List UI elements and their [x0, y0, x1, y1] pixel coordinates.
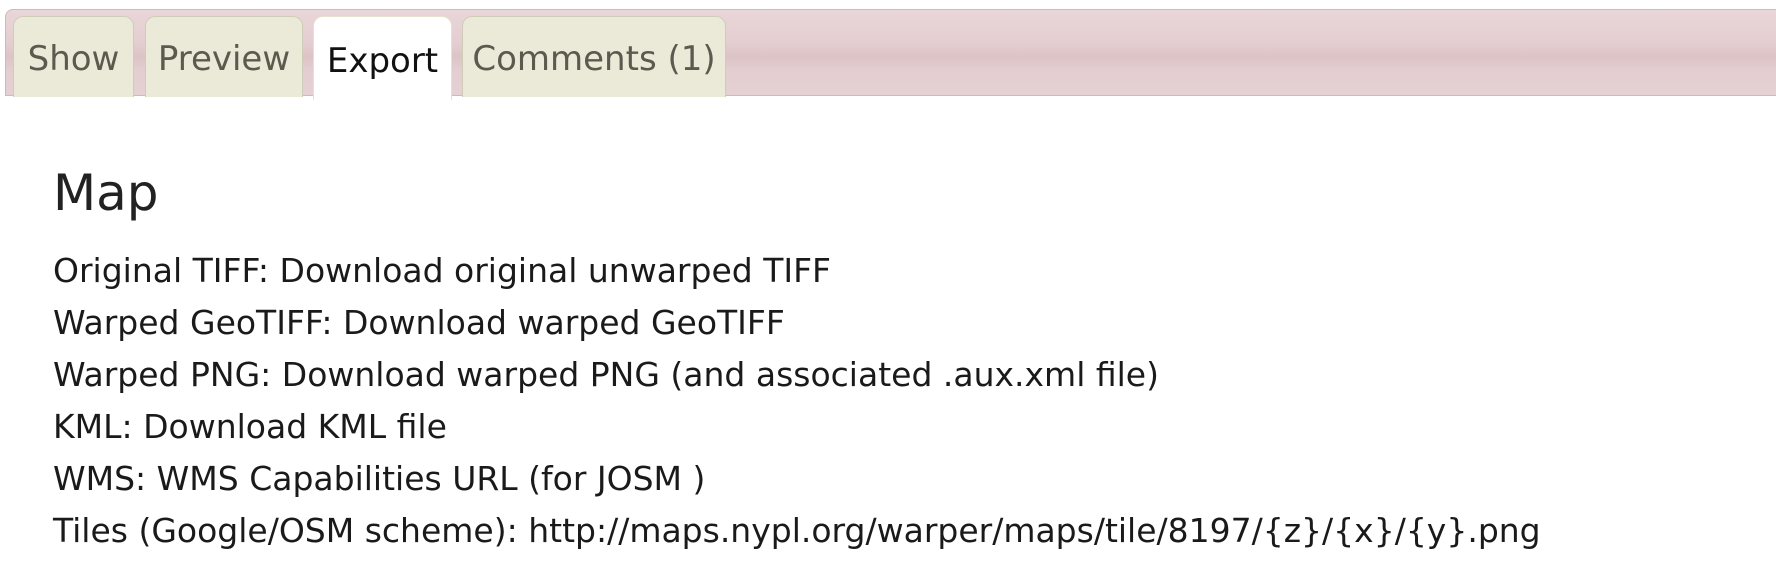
- tab-comments[interactable]: Comments (1): [462, 16, 726, 97]
- row-label: WMS:: [53, 459, 147, 498]
- tab-preview[interactable]: Preview: [145, 16, 303, 97]
- tab-label: Preview: [157, 39, 291, 79]
- row-label: KML:: [53, 407, 133, 446]
- download-kml-link[interactable]: Download KML file: [143, 407, 447, 446]
- export-row-original-tiff: Original TIFF: Download original unwarpe…: [53, 245, 1776, 297]
- wms-capabilities-link[interactable]: WMS Capabilities URL (for JOSM ): [157, 459, 706, 498]
- section-heading: Map: [53, 164, 159, 222]
- tab-label: Comments (1): [472, 39, 716, 79]
- row-label: Warped PNG:: [53, 355, 272, 394]
- tab-label: Export: [326, 40, 439, 81]
- tab-label: Show: [27, 39, 120, 79]
- tab-export[interactable]: Export: [313, 16, 452, 100]
- export-row-warped-png: Warped PNG: Download warped PNG (and ass…: [53, 349, 1776, 401]
- download-warped-png-link[interactable]: Download warped PNG (and associated .aux…: [282, 355, 1159, 394]
- export-panel: Map Original TIFF: Download original unw…: [53, 160, 1776, 557]
- download-original-tiff-link[interactable]: Download original unwarped TIFF: [280, 251, 832, 290]
- download-warped-geotiff-link[interactable]: Download warped GeoTIFF: [343, 303, 785, 342]
- export-list: Original TIFF: Download original unwarpe…: [53, 245, 1776, 557]
- tiles-url: http://maps.nypl.org/warper/maps/tile/81…: [528, 511, 1541, 550]
- row-label: Original TIFF:: [53, 251, 270, 290]
- export-row-kml: KML: Download KML file: [53, 401, 1776, 453]
- export-row-wms: WMS: WMS Capabilities URL (for JOSM ): [53, 453, 1776, 505]
- tab-show[interactable]: Show: [13, 16, 134, 97]
- export-row-warped-geotiff: Warped GeoTIFF: Download warped GeoTIFF: [53, 297, 1776, 349]
- row-label: Tiles (Google/OSM scheme):: [53, 511, 518, 550]
- row-label: Warped GeoTIFF:: [53, 303, 333, 342]
- export-row-tiles: Tiles (Google/OSM scheme): http://maps.n…: [53, 505, 1776, 557]
